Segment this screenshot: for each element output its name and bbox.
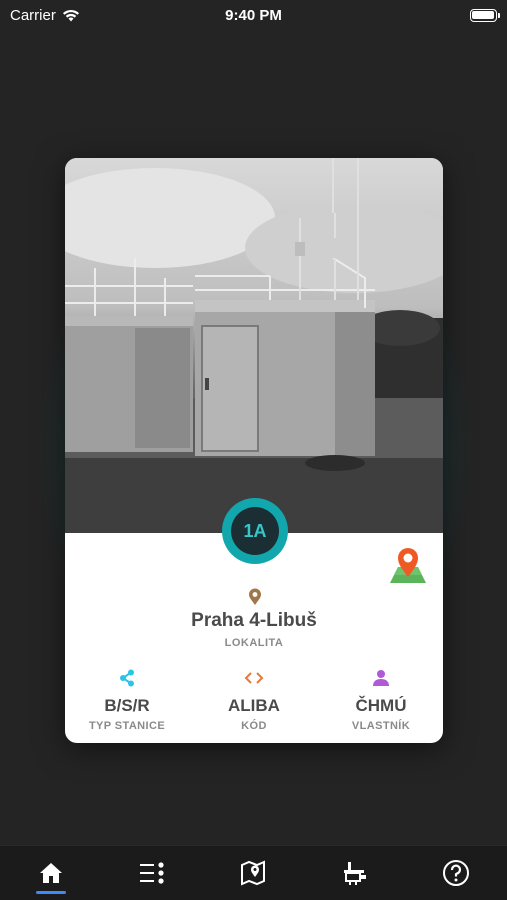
share-icon: [120, 669, 134, 687]
status-left: Carrier: [10, 7, 160, 24]
station-owner-caption: VLASTNÍK: [351, 720, 411, 732]
station-code: 1A: [231, 507, 279, 555]
station-icon: [343, 862, 366, 885]
carrier-label: Carrier: [10, 6, 56, 24]
battery-icon: [469, 8, 500, 22]
station-card[interactable]: 1A Praha 4-Libuš LOKALITA B/S/R TYP STAN…: [65, 158, 443, 743]
home-icon: [39, 863, 62, 883]
status-right: [347, 8, 500, 22]
code-icon: [244, 672, 264, 684]
info-station-type: B/S/R TYP STANICE: [67, 668, 187, 732]
tab-home[interactable]: [21, 848, 81, 898]
info-station-code: ALIBA KÓD: [194, 668, 314, 732]
location-caption: LOKALITA: [224, 637, 284, 649]
station-code-badge: 1A: [222, 498, 288, 564]
wifi-icon: [62, 9, 79, 21]
tab-bar: [0, 845, 507, 900]
location-name: Praha 4-Libuš: [191, 610, 317, 631]
location-pin-icon: [249, 588, 261, 605]
tab-help[interactable]: [426, 848, 486, 898]
map-icon: [241, 860, 266, 886]
status-time: 9:40 PM: [225, 6, 282, 24]
tab-list[interactable]: [122, 848, 182, 898]
map-pin-button[interactable]: [388, 543, 428, 585]
person-icon: [373, 670, 389, 686]
station-type-caption: TYP STANICE: [88, 720, 166, 732]
tab-map[interactable]: [223, 848, 283, 898]
station-photo: [65, 158, 443, 533]
status-bar: Carrier 9:40 PM: [0, 0, 507, 30]
station-code-caption: KÓD: [241, 720, 267, 732]
help-icon: [443, 860, 470, 886]
station-code-value: ALIBA: [228, 696, 280, 715]
info-station-owner: ČHMÚ VLASTNÍK: [321, 668, 441, 732]
list-icon: [140, 862, 164, 884]
station-type-value: B/S/R: [104, 696, 150, 715]
tab-stations[interactable]: [325, 848, 385, 898]
station-owner-value: ČHMÚ: [355, 696, 407, 715]
map-pin-icon: [390, 548, 426, 583]
